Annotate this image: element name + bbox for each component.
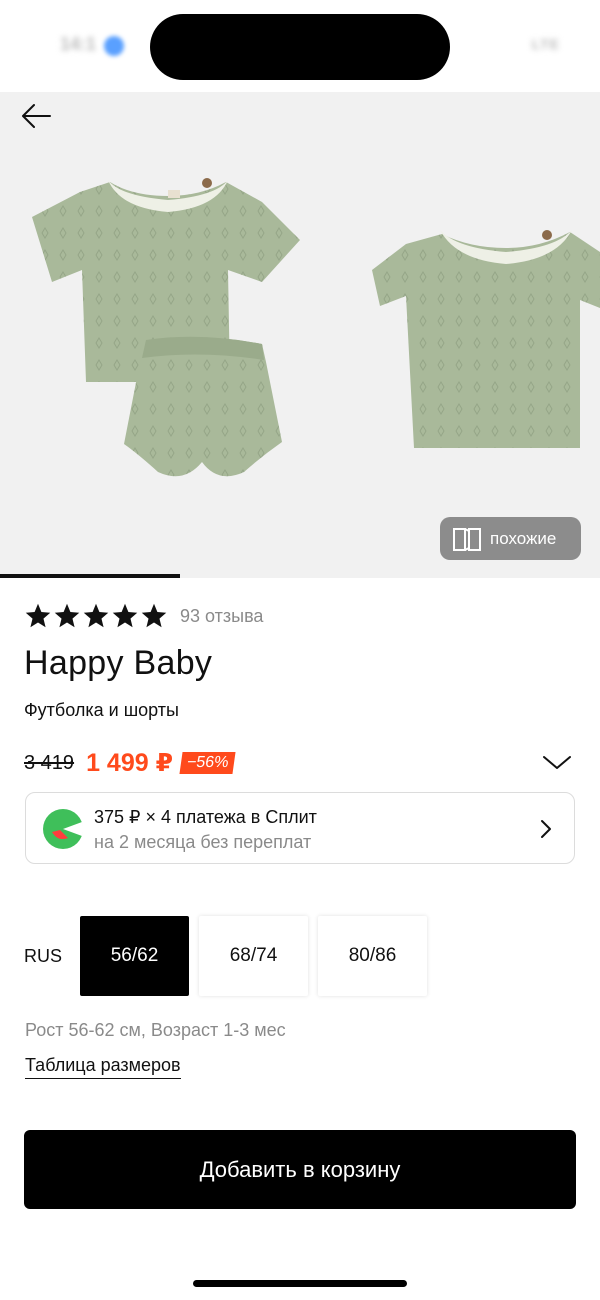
split-payment-card[interactable]: 375 ₽ × 4 платежа в Сплит на 2 месяца бе…	[25, 792, 575, 864]
chevron-down-icon[interactable]	[542, 754, 572, 772]
split-title: 375 ₽ × 4 платежа в Сплит	[94, 807, 317, 827]
rating-stars	[24, 602, 168, 630]
star-icon	[141, 603, 167, 628]
similar-label: похожие	[490, 528, 557, 548]
size-option-80-86[interactable]: 80/86	[318, 916, 427, 996]
star-icon	[112, 603, 138, 628]
size-system-label[interactable]: RUS	[24, 946, 80, 967]
product-name: Футболка и шорты	[24, 700, 179, 720]
dynamic-island	[150, 14, 450, 80]
chevron-right-icon	[541, 820, 551, 838]
brand-name[interactable]: Happy Baby	[24, 644, 212, 683]
status-time: 14:1	[60, 34, 97, 54]
gallery-progress-indicator	[0, 574, 180, 578]
size-table-link[interactable]: Таблица размеров	[25, 1055, 181, 1079]
old-price: 3 419	[24, 751, 75, 774]
reviews-count[interactable]: 93 отзыва	[180, 606, 263, 627]
book-icon	[453, 527, 481, 551]
network-status: LTE	[531, 36, 560, 52]
status-bar: 14:1 LTE	[0, 0, 600, 92]
star-icon	[54, 603, 80, 628]
home-indicator[interactable]	[193, 1280, 407, 1287]
shorts	[124, 336, 282, 477]
discount-badge: −56%	[179, 752, 236, 774]
size-description: Рост 56-62 см, Возраст 1-3 мес	[25, 1020, 286, 1040]
similar-button[interactable]: похожие	[440, 517, 581, 560]
location-indicator-icon	[104, 36, 124, 56]
product-image	[32, 178, 600, 477]
size-option-68-74[interactable]: 68/74	[199, 916, 308, 996]
star-icon	[83, 603, 109, 628]
bottom-content-peek	[0, 1240, 600, 1252]
size-option-56-62[interactable]: 56/62	[80, 916, 189, 996]
current-price: 1 499 ₽	[86, 749, 173, 777]
price-row: 3 419 1 499 ₽ −56%	[24, 748, 576, 778]
product-gallery[interactable]: похожие	[0, 92, 600, 578]
tshirt-right	[372, 230, 600, 448]
rating[interactable]: 93 отзыва	[24, 602, 263, 630]
size-selector: RUS 56/62 68/74 80/86	[24, 916, 437, 996]
star-icon	[25, 603, 51, 628]
split-subtitle: на 2 месяца без переплат	[94, 832, 312, 852]
split-logo-icon	[43, 809, 84, 849]
add-to-cart-button[interactable]: Добавить в корзину	[24, 1130, 576, 1209]
